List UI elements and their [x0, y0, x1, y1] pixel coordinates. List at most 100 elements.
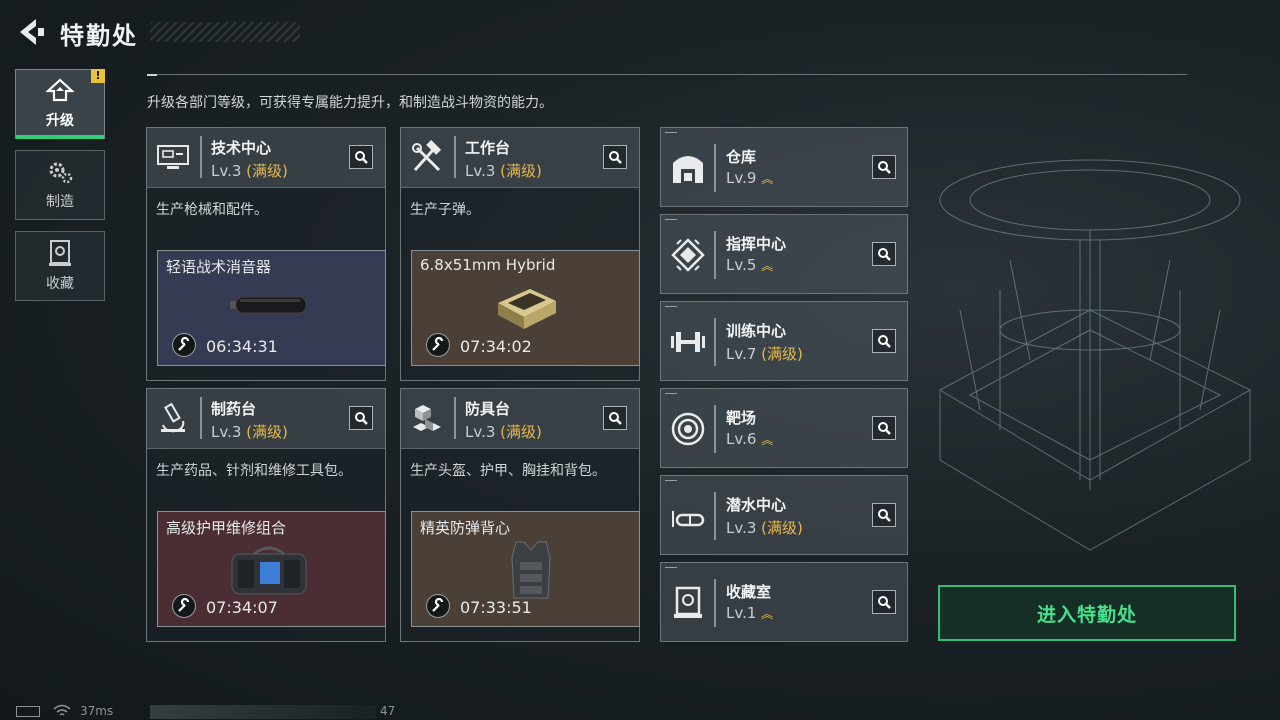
separator [714, 144, 716, 192]
search-button[interactable] [872, 416, 896, 440]
facility-shooting-range[interactable]: 靶场 Lv.6 ︽ [660, 388, 908, 468]
search-button[interactable] [872, 503, 896, 527]
time-remaining: 07:33:51 [460, 598, 532, 617]
facility-warehouse[interactable]: 仓库 Lv.9 ︽ [660, 127, 908, 207]
separator [454, 397, 456, 439]
trophy-case-icon [674, 586, 702, 618]
level-value: Lv.1 [726, 604, 757, 622]
facility-name: 靶场 [726, 409, 757, 427]
production-slot[interactable]: 精英防弹背心 07:33:51 [411, 511, 640, 627]
battery-icon [16, 706, 40, 717]
suppressor-image [230, 296, 307, 314]
time-remaining: 07:34:07 [206, 598, 278, 617]
search-icon [878, 596, 891, 609]
fps-value: 47 [380, 704, 396, 718]
sidebar-item-upgrade[interactable]: ! 升级 [15, 69, 105, 139]
card-title: 防具台 [465, 400, 511, 418]
search-icon [878, 161, 891, 174]
collection-icon [49, 240, 71, 266]
divider [147, 74, 1187, 75]
production-slot[interactable]: 高级护甲维修组合 07:34:07 [157, 511, 386, 627]
item-name: 精英防弹背心 [420, 519, 511, 537]
facility-card-pharmacy: 制药台 Lv.3 (满级) 生产药品、针剂和维修工具包。 高级护甲维修组合 07… [146, 388, 386, 642]
enter-special-ops-button[interactable]: 进入特勤处 [938, 585, 1236, 641]
card-header: 技术中心 Lv.3 (满级) [147, 128, 385, 188]
wrench-icon [426, 594, 450, 618]
level-value: Lv.3 [726, 519, 757, 537]
base-background-art [938, 159, 1252, 551]
diving-mask-icon [672, 511, 705, 527]
facility-card-workbench: 工作台 Lv.3 (满级) 生产子弹。 6.8x51mm Hybrid 07:3… [400, 127, 640, 381]
wifi-icon [53, 704, 71, 716]
facility-level: Lv.6 ︽ [726, 430, 773, 448]
facility-card-armor-bench: 防具台 Lv.3 (满级) 生产头盔、护甲、胸挂和背包。 精英防弹背心 07:3… [400, 388, 640, 642]
facility-name: 仓库 [726, 148, 757, 166]
search-button[interactable] [349, 145, 373, 169]
search-button[interactable] [603, 145, 627, 169]
search-button[interactable] [603, 406, 627, 430]
separator [200, 397, 202, 439]
upgrade-available-icon: ︽ [761, 433, 773, 447]
facility-training-center[interactable]: 训练中心 Lv.7 (满级) [660, 301, 908, 381]
corner-decoration [665, 306, 677, 307]
corner-decoration [665, 219, 677, 220]
card-description: 生产头盔、护甲、胸挂和背包。 [410, 463, 606, 479]
corner-decoration [665, 393, 677, 394]
dumbbell-icon [671, 332, 705, 352]
microscope-icon [161, 402, 185, 433]
production-slot[interactable]: 轻语战术消音器 06:34:31 [157, 250, 386, 366]
upgrade-icon [46, 78, 74, 102]
wrench-icon [172, 594, 196, 618]
card-level: Lv.3 (满级) [465, 160, 542, 181]
level-value: Lv.6 [726, 430, 757, 448]
search-button[interactable] [872, 155, 896, 179]
divider-accent [147, 74, 157, 76]
vest-image [511, 541, 551, 599]
corner-decoration [665, 132, 677, 133]
card-level: Lv.3 (满级) [211, 160, 288, 181]
back-arrow-icon[interactable] [14, 16, 46, 48]
upgrade-available-icon: ︽ [761, 259, 773, 273]
sidebar-item-label: 制造 [46, 194, 74, 210]
card-title: 技术中心 [211, 139, 272, 157]
level-value: Lv.3 [211, 162, 242, 180]
upgrade-available-icon: ︽ [761, 607, 773, 621]
facility-command-center[interactable]: 指挥中心 Lv.5 ︽ [660, 214, 908, 294]
chip-icon [671, 238, 705, 272]
time-remaining: 07:34:02 [460, 337, 532, 356]
card-description: 生产枪械和配件。 [156, 202, 268, 218]
search-button[interactable] [872, 329, 896, 353]
level-value: Lv.7 [726, 345, 757, 363]
search-icon [878, 248, 891, 261]
sidebar-item-craft[interactable]: 制造 [15, 150, 105, 220]
card-title: 工作台 [465, 139, 511, 157]
search-icon [878, 509, 891, 522]
page-title: 特勤处 [60, 22, 138, 50]
facility-name: 指挥中心 [726, 235, 787, 253]
separator [714, 492, 716, 540]
computer-icon [157, 145, 189, 169]
search-button[interactable] [872, 242, 896, 266]
maxed-label: (满级) [761, 519, 803, 537]
level-value: Lv.3 [465, 423, 496, 441]
search-button[interactable] [349, 406, 373, 430]
maxed-label: (满级) [500, 423, 542, 441]
item-name: 轻语战术消音器 [166, 258, 272, 276]
target-icon [671, 412, 705, 446]
sidebar-item-label: 收藏 [46, 276, 74, 292]
separator [714, 318, 716, 366]
production-slot[interactable]: 6.8x51mm Hybrid 07:34:02 [411, 250, 640, 366]
wrench-icon [172, 333, 196, 357]
separator [454, 136, 456, 178]
facility-collection-room[interactable]: 收藏室 Lv.1 ︽ [660, 562, 908, 642]
time-remaining: 06:34:31 [206, 337, 278, 356]
ammo-box-image [498, 289, 556, 329]
facility-diving-center[interactable]: 潜水中心 Lv.3 (满级) [660, 475, 908, 555]
sidebar-item-collection[interactable]: 收藏 [15, 231, 105, 301]
level-value: Lv.5 [726, 256, 757, 274]
card-level: Lv.3 (满级) [211, 421, 288, 442]
maxed-label: (满级) [246, 423, 288, 441]
facility-name: 训练中心 [726, 322, 787, 340]
search-button[interactable] [872, 590, 896, 614]
corner-decoration [665, 567, 677, 568]
